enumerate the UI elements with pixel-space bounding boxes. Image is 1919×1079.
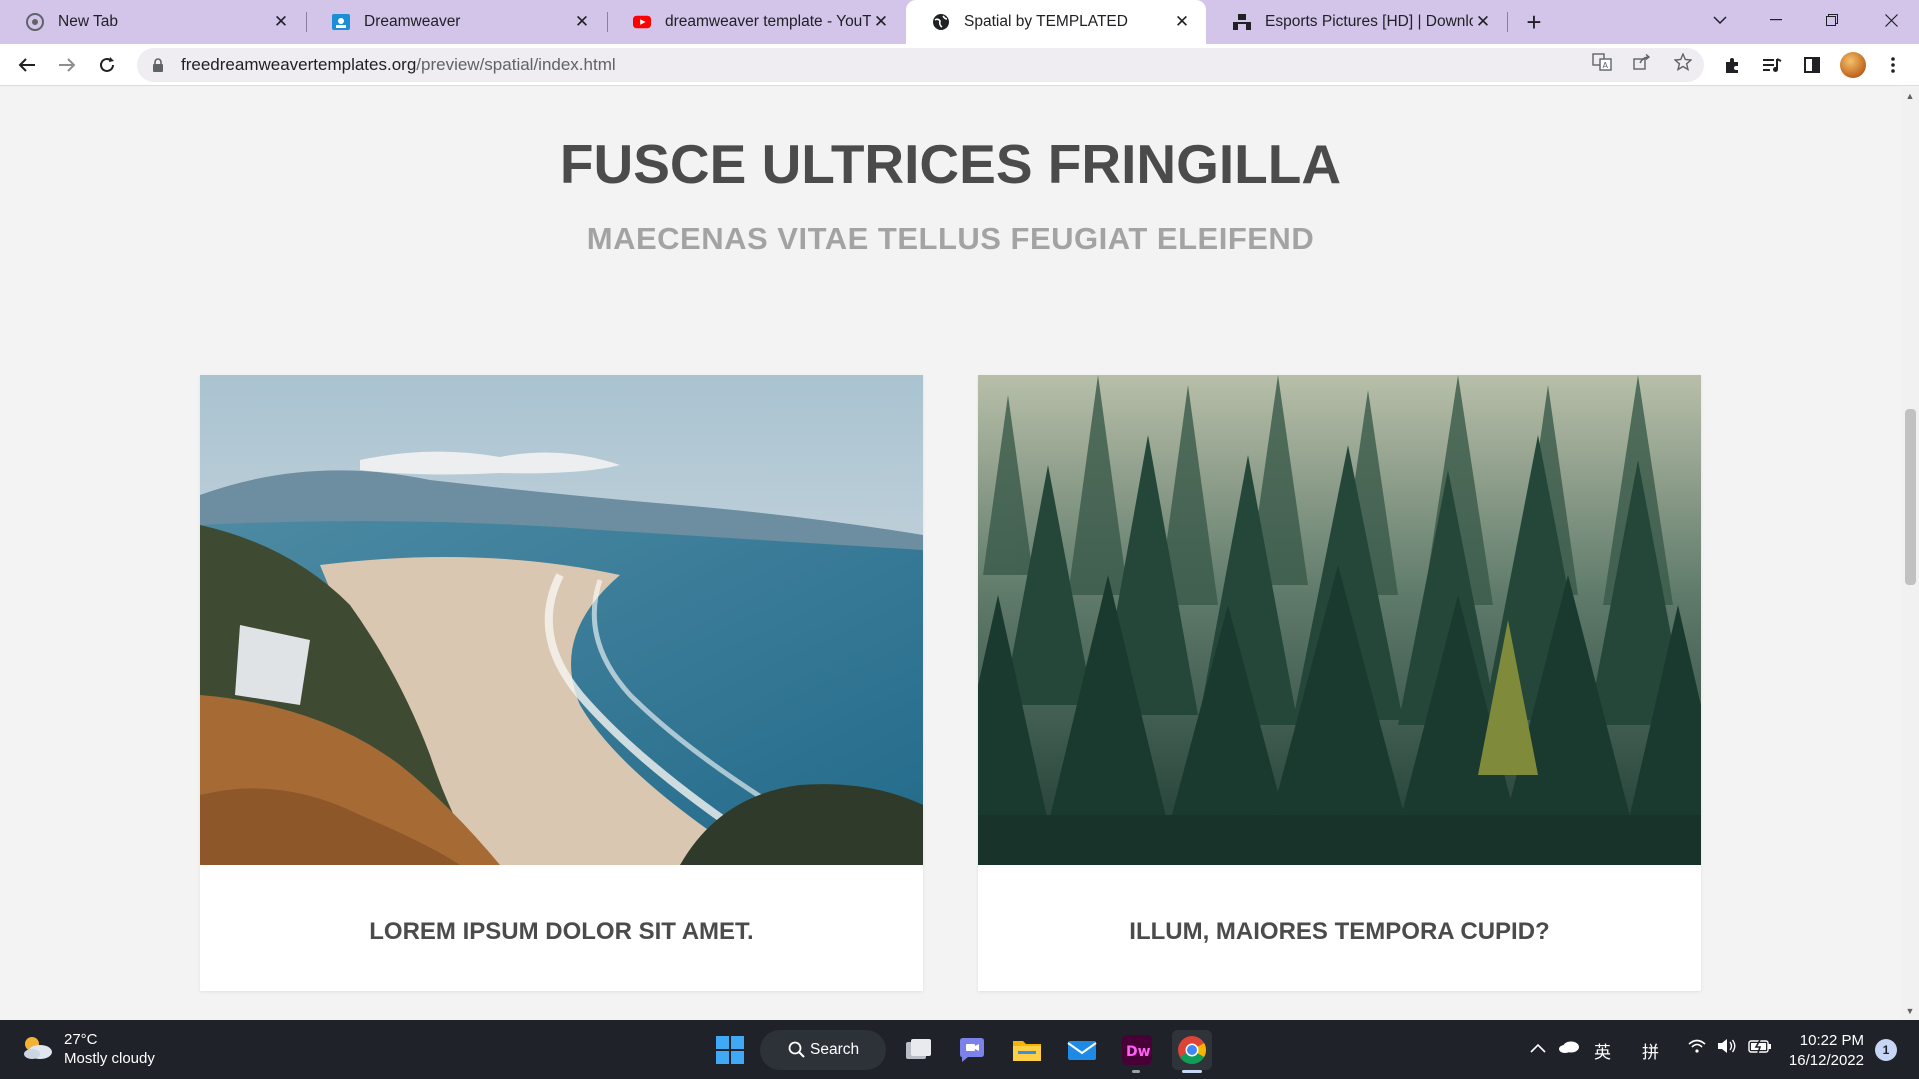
- tab-title: Esports Pictures [HD] | Download: [1265, 13, 1473, 30]
- tab-youtube[interactable]: dreamweaver template - YouTube ✕: [607, 0, 905, 44]
- tab-strip: New Tab ✕ Dreamweaver ✕ dreamweaver temp…: [0, 0, 1919, 44]
- teams-chat-icon[interactable]: [952, 1030, 992, 1070]
- search-label: Search: [810, 1041, 860, 1058]
- section-headline: FUSCE ULTRICES FRINGILLA: [559, 133, 1342, 195]
- running-indicator: [1132, 1070, 1140, 1073]
- coastal-beach-photo[interactable]: [200, 375, 923, 865]
- scroll-up-arrow-icon[interactable]: ▲: [1901, 89, 1919, 103]
- onedrive-cloud-icon[interactable]: [1558, 1038, 1580, 1058]
- search-icon: [788, 1041, 805, 1063]
- close-tab-icon[interactable]: ✕: [271, 12, 291, 32]
- close-tab-icon[interactable]: ✕: [572, 12, 592, 32]
- close-tab-icon[interactable]: ✕: [871, 12, 891, 32]
- url-path: /preview/spatial/index.html: [416, 55, 616, 74]
- tab-title: Spatial by TEMPLATED: [964, 13, 1128, 30]
- tab-search-icon[interactable]: [1692, 0, 1748, 40]
- system-clock[interactable]: 10:22 PM 16/12/2022: [1782, 1031, 1864, 1071]
- tab-esports[interactable]: Esports Pictures [HD] | Download ✕: [1207, 0, 1507, 44]
- translate-icon[interactable]: A: [1588, 49, 1616, 75]
- back-icon[interactable]: [11, 49, 43, 81]
- active-indicator: [1182, 1070, 1202, 1073]
- article-card[interactable]: ILLUM, MAIORES TEMPORA CUPID?: [978, 375, 1701, 991]
- task-view-icon[interactable]: [898, 1030, 938, 1070]
- reload-icon[interactable]: [91, 49, 123, 81]
- chrome-app-icon[interactable]: [1172, 1030, 1212, 1070]
- bookmark-star-icon[interactable]: [1669, 49, 1697, 75]
- new-tab-button[interactable]: +: [1518, 6, 1550, 38]
- start-windows-icon[interactable]: [710, 1030, 750, 1070]
- tab-title: New Tab: [58, 13, 119, 30]
- mail-icon[interactable]: [1062, 1030, 1102, 1070]
- minimize-icon[interactable]: [1748, 0, 1804, 40]
- tab-spatial[interactable]: Spatial by TEMPLATED ✕: [906, 0, 1206, 44]
- classroom-icon: [332, 13, 350, 31]
- card-title[interactable]: LOREM IPSUM DOLOR SIT AMET.: [200, 918, 923, 946]
- file-explorer-icon[interactable]: [1007, 1030, 1047, 1070]
- pine-forest-photo[interactable]: [978, 375, 1701, 865]
- windows-taskbar: 27°C Mostly cloudy Search Dw 英 拼 10:22 P…: [0, 1020, 1919, 1079]
- close-window-icon[interactable]: [1863, 0, 1919, 40]
- input-language-label[interactable]: 英: [1594, 1038, 1611, 1063]
- tab-new-tab[interactable]: New Tab ✕: [0, 0, 305, 44]
- youtube-icon: [633, 13, 651, 31]
- tab-separator: [1507, 12, 1508, 32]
- card-title[interactable]: ILLUM, MAIORES TEMPORA CUPID?: [978, 918, 1701, 946]
- page-scrollbar[interactable]: ▲ ▼: [1901, 87, 1919, 1020]
- taskbar-search[interactable]: Search: [760, 1030, 886, 1070]
- tab-title: dreamweaver template - YouTube: [665, 13, 871, 30]
- more-menu-icon[interactable]: [1877, 49, 1909, 81]
- wifi-icon[interactable]: [1688, 1038, 1706, 1058]
- clock-date: 16/12/2022: [1788, 1052, 1864, 1069]
- dreamweaver-app-icon[interactable]: Dw: [1117, 1030, 1157, 1070]
- url-text: freedreamweavertemplates.org/preview/spa…: [181, 55, 616, 75]
- scroll-thumb[interactable]: [1905, 409, 1916, 585]
- side-panel-icon[interactable]: [1796, 49, 1828, 81]
- share-icon[interactable]: [1628, 49, 1656, 75]
- tab-dreamweaver[interactable]: Dreamweaver ✕: [306, 0, 606, 44]
- partly-cloudy-icon: [20, 1032, 54, 1067]
- weather-description: Mostly cloudy: [64, 1050, 155, 1067]
- url-host: freedreamweavertemplates.org: [181, 55, 417, 74]
- volume-icon[interactable]: [1717, 1038, 1737, 1059]
- ime-mode-label[interactable]: 拼: [1642, 1038, 1659, 1063]
- address-bar[interactable]: freedreamweavertemplates.org/preview/spa…: [137, 48, 1704, 82]
- svg-text:A: A: [1603, 61, 1609, 70]
- notification-badge[interactable]: 1: [1875, 1039, 1897, 1061]
- web-page: FUSCE ULTRICES FRINGILLA MAECENAS VITAE …: [0, 87, 1901, 1020]
- close-tab-icon[interactable]: ✕: [1172, 12, 1192, 32]
- article-card[interactable]: LOREM IPSUM DOLOR SIT AMET.: [200, 375, 923, 991]
- unsplash-icon: [1233, 13, 1251, 31]
- close-tab-icon[interactable]: ✕: [1473, 12, 1493, 32]
- globe-icon: [932, 13, 950, 31]
- profile-avatar[interactable]: [1840, 52, 1866, 78]
- tab-title: Dreamweaver: [364, 13, 461, 30]
- svg-text:Dw: Dw: [1126, 1044, 1151, 1060]
- browser-toolbar: freedreamweavertemplates.org/preview/spa…: [0, 44, 1919, 86]
- battery-charging-icon[interactable]: [1748, 1038, 1772, 1058]
- extensions-icon[interactable]: [1716, 49, 1748, 81]
- scroll-down-arrow-icon[interactable]: ▼: [1901, 1004, 1919, 1018]
- section-subheadline: MAECENAS VITAE TELLUS FEUGIAT ELEIFEND: [586, 221, 1315, 256]
- restore-icon[interactable]: [1804, 0, 1860, 40]
- lock-icon[interactable]: [151, 57, 165, 73]
- chrome-icon: [26, 13, 44, 31]
- weather-temp: 27°C: [64, 1031, 98, 1048]
- chevron-up-icon[interactable]: [1530, 1038, 1546, 1058]
- media-control-icon[interactable]: [1756, 49, 1788, 81]
- clock-time: 10:22 PM: [1799, 1032, 1864, 1049]
- forward-icon[interactable]: [51, 49, 83, 81]
- weather-widget[interactable]: 27°C Mostly cloudy: [20, 1030, 155, 1068]
